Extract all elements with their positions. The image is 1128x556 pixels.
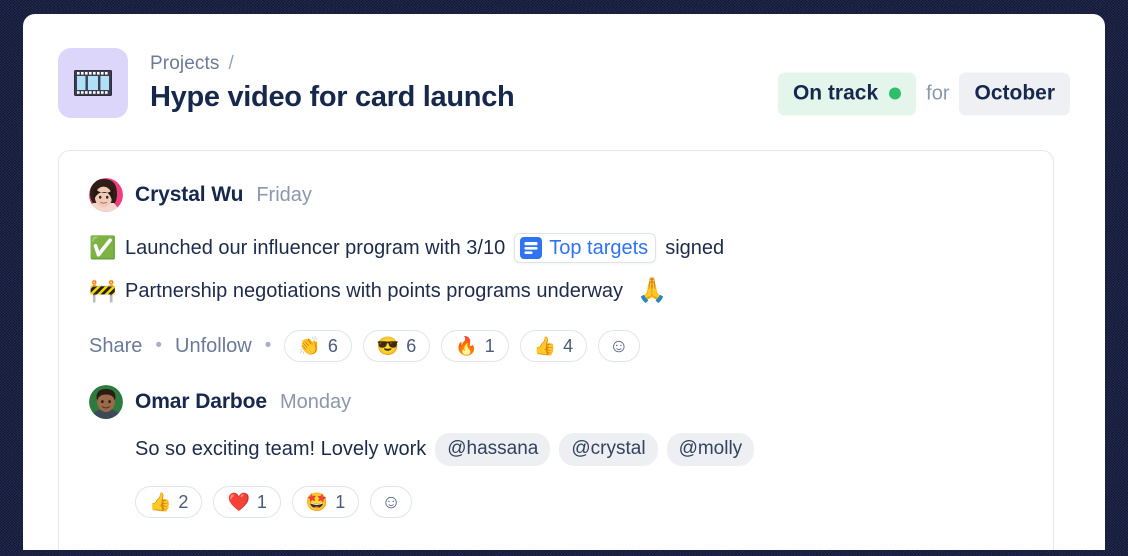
action-separator: • [264, 335, 272, 356]
reaction-chip[interactable]: 😎 6 [362, 330, 431, 362]
folded-hands-emoji: 🙏 [637, 277, 667, 304]
construction-barrier-emoji: 🚧 [89, 278, 117, 303]
comment-text: So so exciting team! Lovely work @hassan… [135, 433, 1023, 466]
thumbs-up-emoji: 👍 [533, 336, 557, 356]
thumbs-up-emoji: 👍 [149, 492, 172, 512]
reaction-chip[interactable]: ❤️ 1 [213, 486, 281, 518]
reaction-count: 1 [484, 335, 495, 356]
window-frame: Projects / Hype video for card launch On… [0, 0, 1128, 556]
update-line: ✅ Launched our influencer program with 3… [89, 233, 1023, 263]
check-mark-button-emoji: ✅ [89, 235, 117, 260]
update-line: 🚧 Partnership negotiations with points p… [89, 279, 1023, 303]
status-dot-icon [889, 87, 902, 100]
linked-document-label: Top targets [549, 237, 649, 259]
mention-chip[interactable]: @molly [666, 433, 755, 466]
post-author-row: Crystal Wu Friday [89, 177, 1023, 213]
status-period-badge[interactable]: October [959, 72, 1070, 116]
reaction-chip[interactable]: 👍 4 [519, 330, 588, 362]
page-surface: Projects / Hype video for card launch On… [23, 14, 1105, 550]
mention-chip[interactable]: @hassana [435, 433, 551, 466]
mention-chip[interactable]: @crystal [559, 433, 658, 466]
add-reaction-button[interactable]: ☺ [598, 330, 640, 362]
status-badge[interactable]: On track [777, 72, 917, 116]
update-line-text-before: Launched our influencer program with 3/1… [125, 237, 506, 259]
update-line-content: Partnership negotiations with points pro… [125, 279, 667, 303]
comment-timestamp: Monday [279, 390, 352, 413]
star-struck-emoji: 🤩 [305, 492, 329, 512]
smiling-face-with-sunglasses-emoji: 😎 [376, 336, 400, 356]
share-button[interactable]: Share [89, 335, 142, 358]
avatar[interactable] [89, 385, 123, 419]
comment-body: So so exciting team! Lovely work [135, 438, 427, 460]
page-title: Hype video for card launch [150, 81, 515, 113]
reaction-count: 6 [406, 335, 417, 356]
add-reaction-icon: ☺ [609, 335, 629, 357]
project-header: Projects / Hype video for card launch On… [58, 48, 1070, 122]
avatar[interactable] [89, 178, 123, 212]
add-reaction-button[interactable]: ☺ [370, 486, 412, 518]
unfollow-button[interactable]: Unfollow [175, 335, 252, 358]
breadcrumb-projects-link[interactable]: Projects [150, 53, 219, 75]
reaction-count: 6 [327, 335, 338, 356]
comment-reactions-row: 👍 2 ❤️ 1 🤩 1 ☺ [135, 486, 1023, 518]
project-icon-tile[interactable] [58, 48, 128, 118]
reaction-chip[interactable]: 👏 6 [284, 330, 352, 362]
reaction-count: 1 [256, 491, 267, 512]
film-strip-icon [74, 70, 112, 96]
reaction-count: 1 [335, 491, 346, 512]
status-update-body: Crystal Wu Friday ✅ Launched our influen… [59, 151, 1053, 518]
post-author-name[interactable]: Crystal Wu [135, 183, 243, 207]
post-actions-row: Share • Unfollow • 👏 6 😎 6 🔥 1 👍 4 ☺ [89, 329, 1023, 363]
reaction-count: 4 [563, 335, 574, 356]
document-list-icon [520, 237, 543, 259]
status-update-card: Crystal Wu Friday ✅ Launched our influen… [58, 150, 1054, 550]
status-label: On track [792, 81, 879, 105]
update-line-text-after: signed [665, 237, 725, 259]
status-group: On track for October [777, 72, 1070, 116]
fire-emoji: 🔥 [455, 336, 478, 356]
reaction-chip[interactable]: 🤩 1 [291, 486, 360, 518]
comment-author-name[interactable]: Omar Darboe [135, 390, 267, 414]
breadcrumb-separator: / [228, 53, 234, 74]
linked-document-chip[interactable]: Top targets [514, 233, 657, 263]
clapping-hands-emoji: 👏 [298, 336, 321, 356]
status-connector-label: for [926, 82, 950, 105]
reaction-count: 2 [178, 491, 189, 512]
comment: Omar Darboe Monday So so exciting team! … [89, 385, 1023, 518]
reaction-chip[interactable]: 👍 2 [135, 486, 203, 518]
action-separator: • [155, 335, 163, 356]
breadcrumb: Projects / [150, 53, 234, 75]
reaction-chip[interactable]: 🔥 1 [441, 330, 509, 362]
comment-author-row: Omar Darboe Monday [89, 385, 1023, 419]
red-heart-emoji: ❤️ [227, 492, 250, 512]
post-timestamp: Friday [256, 183, 312, 206]
add-reaction-icon: ☺ [381, 491, 401, 513]
update-line-content: Launched our influencer program with 3/1… [125, 233, 724, 263]
update-line-text-before: Partnership negotiations with points pro… [125, 280, 624, 302]
